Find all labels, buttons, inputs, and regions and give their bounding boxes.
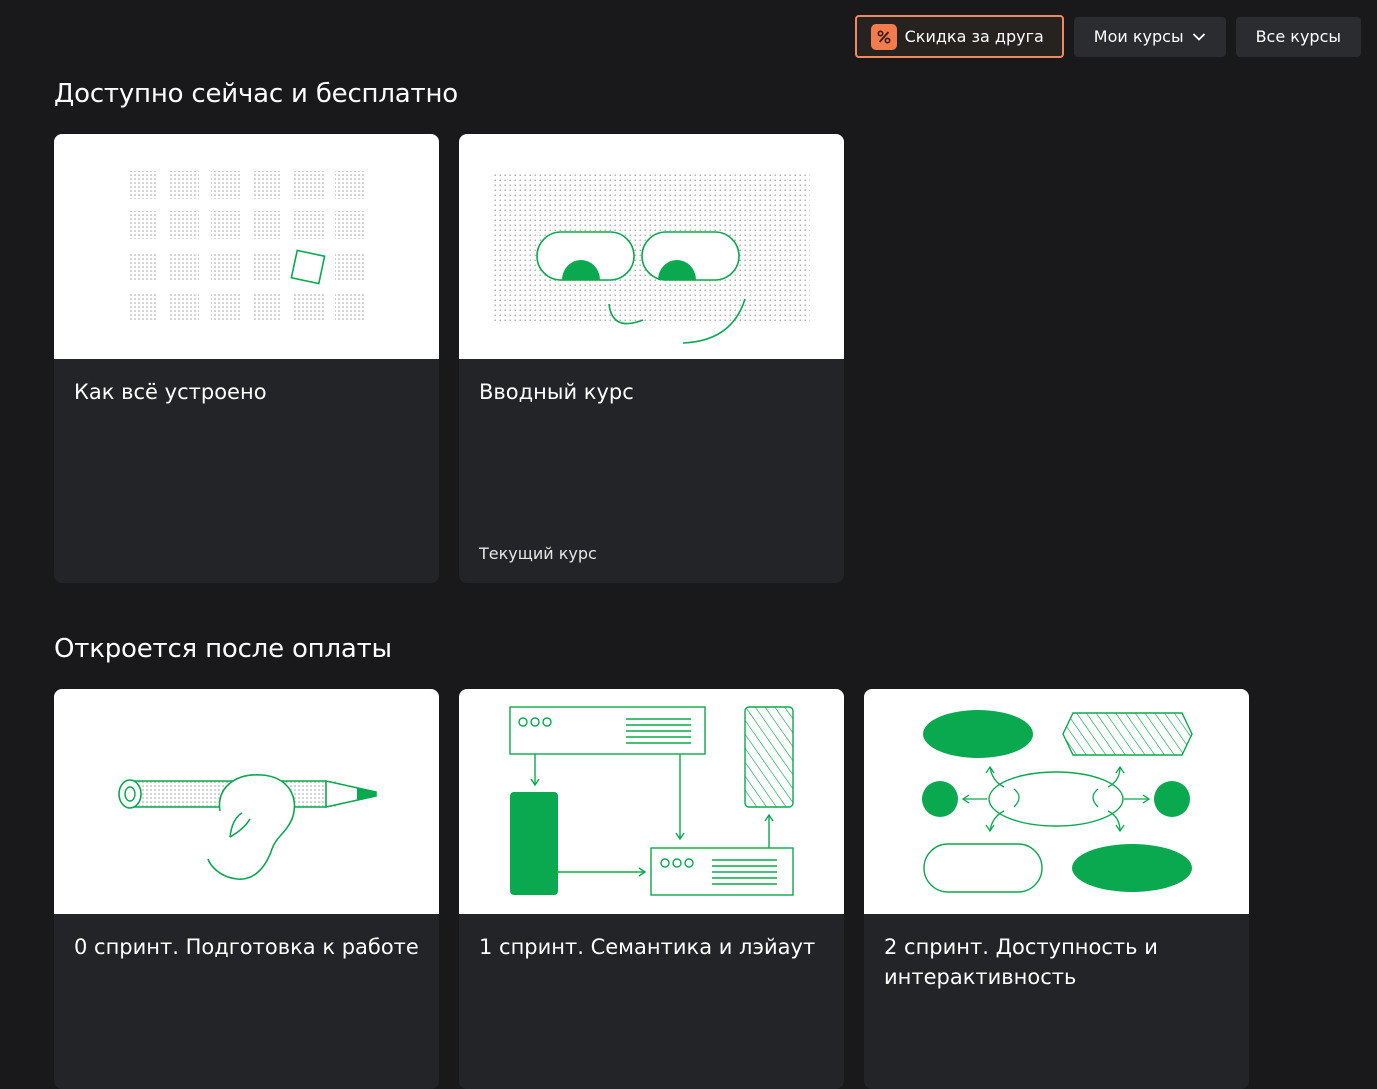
section-title-paid: Откроется после оплаты	[54, 634, 392, 664]
shapes-illustration	[864, 689, 1249, 914]
current-course-label: Текущий курс	[479, 544, 597, 563]
course-card-title: 0 спринт. Подготовка к работе	[74, 935, 419, 959]
paid-courses-row: 0 спринт. Подготовка к работе 1 спринт. …	[54, 689, 1249, 1089]
pencil-ear-illustration	[54, 689, 439, 914]
percent-icon	[870, 23, 897, 50]
my-courses-dropdown[interactable]: Мои курсы	[1073, 16, 1226, 57]
course-card-title: Вводный курс	[479, 380, 634, 404]
all-courses-label: Все курсы	[1255, 27, 1341, 46]
course-card-how-it-works[interactable]: Как всё устроено	[54, 134, 439, 583]
course-card-sprint-2[interactable]: 2 спринт. Доступность и интерактивность	[864, 689, 1249, 1089]
face-illustration	[459, 134, 844, 359]
layout-blocks-illustration	[459, 689, 844, 914]
friend-discount-button[interactable]: Скидка за друга	[854, 15, 1064, 58]
section-title-free: Доступно сейчас и бесплатно	[54, 79, 458, 109]
course-card-intro[interactable]: Вводный курс Текущий курс	[459, 134, 844, 583]
chevron-down-icon	[1192, 32, 1206, 42]
course-card-title: 1 спринт. Семантика и лэйаут	[479, 935, 816, 959]
course-card-sprint-1[interactable]: 1 спринт. Семантика и лэйаут	[459, 689, 844, 1089]
my-courses-label: Мои курсы	[1093, 27, 1184, 46]
course-card-title: 2 спринт. Доступность и интерактивность	[884, 935, 1158, 989]
course-card-title: Как всё устроено	[74, 380, 267, 404]
free-courses-row: Как всё устроено Вводный курс Текущий ку…	[54, 134, 844, 583]
all-courses-button[interactable]: Все курсы	[1235, 16, 1361, 57]
dot-grid-illustration	[54, 134, 439, 359]
friend-discount-label: Скидка за друга	[904, 27, 1044, 46]
top-nav: Скидка за друга Мои курсы Все курсы	[854, 15, 1361, 58]
course-card-sprint-0[interactable]: 0 спринт. Подготовка к работе	[54, 689, 439, 1089]
